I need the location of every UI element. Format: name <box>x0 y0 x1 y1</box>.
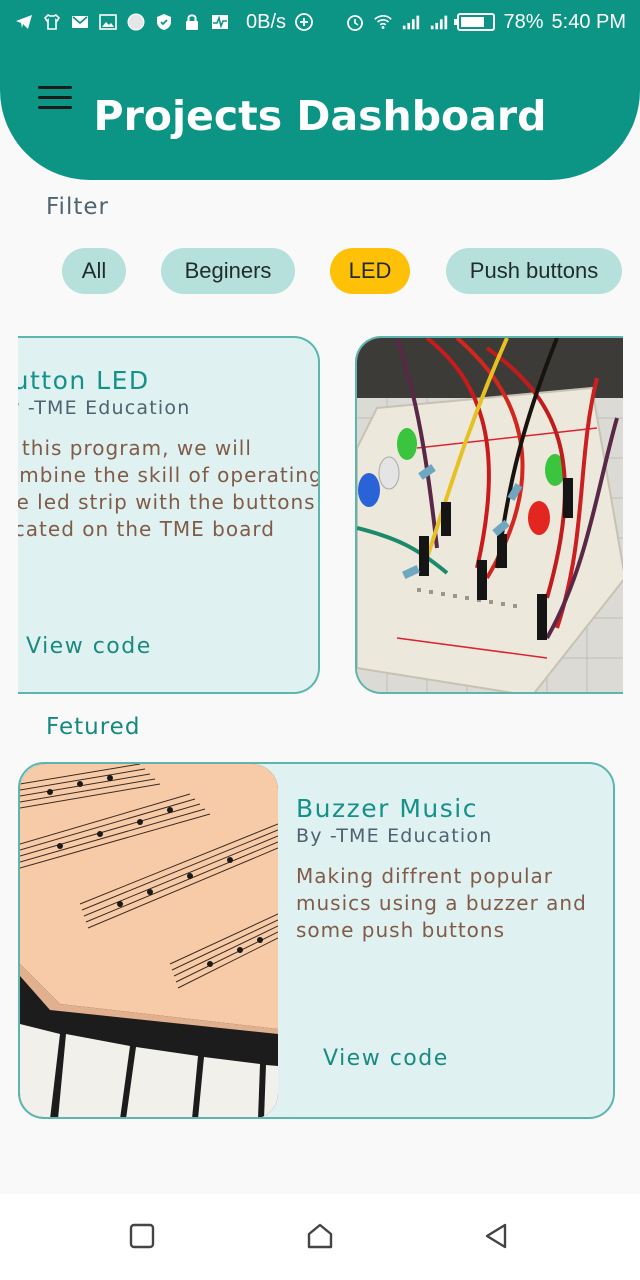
sheet-music-piano-photo <box>20 764 278 1117</box>
back-icon[interactable] <box>478 1218 514 1254</box>
breadboard-leds-photo[interactable] <box>355 336 623 694</box>
project-title: Button LED <box>18 366 150 395</box>
globe-icon <box>126 12 146 32</box>
lock-icon <box>182 12 202 32</box>
filter-chip-push-buttons[interactable]: Push buttons <box>446 248 622 294</box>
project-author: By -TME Education <box>18 397 191 419</box>
home-icon[interactable] <box>302 1218 338 1254</box>
status-bar: 0B/s 78% 5:40 PM <box>0 0 640 44</box>
project-card[interactable]: Button LED By -TME Education In this pro… <box>18 336 320 694</box>
project-description: In this program, we will combine the ski… <box>18 436 320 541</box>
signal-icon-2 <box>429 12 449 32</box>
featured-card[interactable]: Buzzer Music By -TME Education Making di… <box>18 762 615 1119</box>
page-title: Projects Dashboard <box>93 92 547 140</box>
telegram-icon <box>14 12 34 32</box>
notification-icons: 0B/s <box>14 11 345 34</box>
clock: 5:40 PM <box>551 10 626 33</box>
navigation-bar <box>0 1194 640 1280</box>
view-code-button[interactable]: View code <box>26 634 152 659</box>
battery-icon <box>454 13 496 31</box>
filter-chip-led[interactable]: LED <box>330 248 410 294</box>
network-speed: 0B/s <box>246 10 287 33</box>
filter-label: Filter <box>46 194 109 220</box>
featured-title: Buzzer Music <box>296 794 478 823</box>
system-icons: 78% 5:40 PM <box>345 11 626 34</box>
view-code-button[interactable]: View code <box>323 1046 449 1071</box>
activity-icon <box>210 12 230 32</box>
wifi-icon <box>373 12 393 32</box>
featured-description: Making diffrent popular musics using a b… <box>296 864 587 942</box>
data-saver-icon <box>294 12 314 32</box>
signal-icon-1 <box>401 12 421 32</box>
recent-apps-icon[interactable] <box>124 1218 160 1254</box>
filter-chip-all[interactable]: All <box>62 248 126 294</box>
shirt-icon <box>42 12 62 32</box>
battery-percent: 78% <box>503 10 544 33</box>
featured-label: Fetured <box>46 714 141 740</box>
image-icon <box>98 12 118 32</box>
filter-chip-beginners[interactable]: Beginers <box>161 248 295 294</box>
featured-author: By -TME Education <box>296 825 493 847</box>
gmail-icon <box>70 12 90 32</box>
alarm-icon <box>345 12 365 32</box>
shield-icon <box>154 12 174 32</box>
